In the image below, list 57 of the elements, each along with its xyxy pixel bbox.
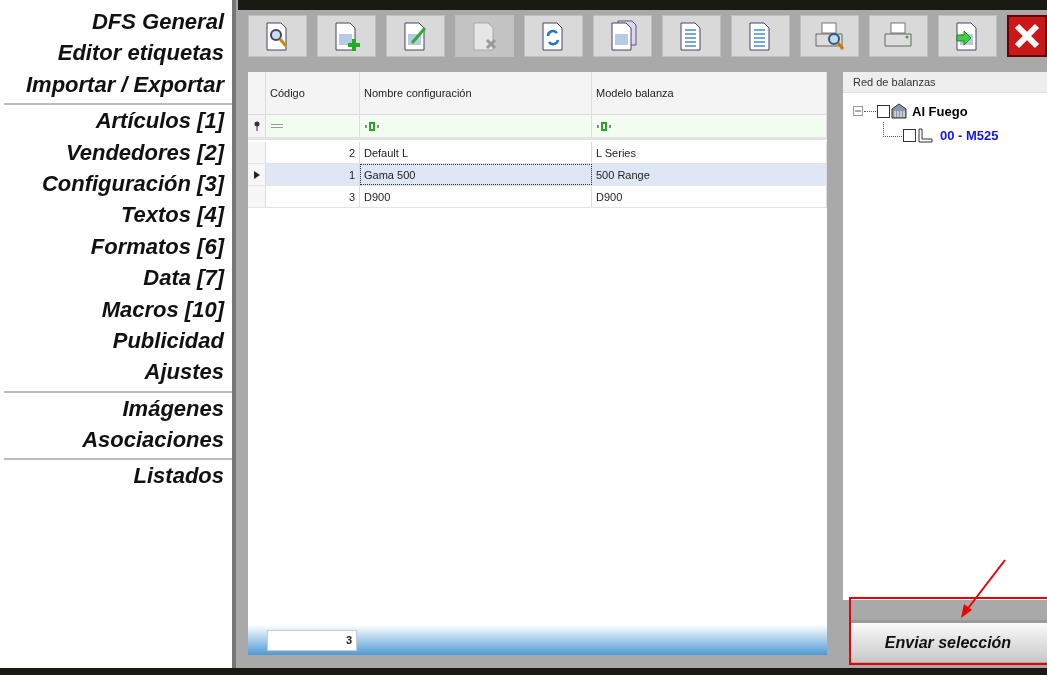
sidebar-item[interactable]: Imágenes [4, 392, 232, 425]
annotation-arrow [958, 558, 1008, 620]
text-filter-icon [364, 121, 380, 131]
table-cell: 3 [266, 186, 360, 207]
sidebar-item[interactable]: DFS General [4, 6, 232, 38]
printer-magnifier-icon [812, 20, 847, 52]
toolbar-button[interactable] [593, 15, 652, 57]
toolbar-button[interactable] [317, 15, 376, 57]
table-row[interactable]: 1 Gama 500 500 Range [248, 164, 827, 186]
table-cell: D900 [360, 186, 592, 207]
sidebar-item[interactable]: Artículos [1] [4, 105, 232, 137]
column-header[interactable]: Nombre configuración [360, 72, 592, 114]
tree-item[interactable]: 00 - M525 [940, 127, 999, 143]
table-cell: 2 [266, 142, 360, 163]
row-count: 3 [267, 629, 357, 651]
building-icon [891, 103, 907, 119]
checkbox[interactable] [877, 104, 890, 118]
send-button[interactable]: Enviar selección [849, 620, 1047, 662]
row-indicator-icon [253, 170, 260, 179]
toolbar-button[interactable] [800, 15, 859, 57]
toolbar-button[interactable] [869, 15, 928, 57]
sidebar-item[interactable]: Editor etiquetas [4, 37, 232, 69]
panel-title: Red de balanzas [843, 72, 1047, 93]
table-cell: 1 [266, 164, 360, 185]
checkbox[interactable] [903, 128, 916, 142]
table-cell: 500 Range [592, 164, 827, 185]
tree-item[interactable]: Al Fuego [912, 103, 968, 119]
table-cell: L Series [592, 142, 827, 163]
toolbar-button[interactable] [731, 15, 790, 57]
toolbar-button[interactable] [524, 15, 583, 57]
sidebar-item[interactable]: Textos [4] [4, 199, 232, 231]
column-header[interactable]: Modelo balanza [592, 72, 827, 114]
sidebar-item[interactable]: Data [7] [4, 262, 232, 294]
sidebar-item[interactable]: Formatos [6] [4, 230, 232, 263]
equals-icon [270, 123, 284, 129]
sidebar-item[interactable]: Importar / Exportar [4, 68, 232, 101]
sidebar-item[interactable]: Asociaciones [4, 424, 232, 456]
sidebar-item[interactable]: Listados [4, 460, 232, 492]
sidebar-item[interactable]: Configuración [3] [4, 167, 232, 200]
collapse-icon[interactable] [853, 106, 863, 116]
text-filter-icon [596, 121, 612, 131]
sidebar-item[interactable]: Vendedores [2] [4, 136, 232, 168]
toolbar-button[interactable] [386, 15, 445, 57]
toolbar-button[interactable] [938, 15, 997, 57]
sidebar-item[interactable]: Macros [10] [4, 293, 232, 325]
table-row[interactable]: 3 D900 D900 [248, 186, 827, 208]
toolbar-button[interactable] [248, 15, 307, 57]
toolbar-button[interactable] [662, 15, 721, 57]
table-cell: Gama 500 [360, 164, 592, 185]
close-button[interactable] [1007, 15, 1047, 57]
table-cell: Default L [360, 142, 592, 163]
sidebar-item[interactable]: Publicidad [4, 324, 232, 357]
sidebar-item[interactable]: Ajustes [4, 356, 232, 388]
column-header[interactable]: Código [266, 72, 360, 114]
close-icon [1012, 21, 1042, 51]
pin-icon [252, 121, 261, 131]
table-cell: D900 [592, 186, 827, 207]
